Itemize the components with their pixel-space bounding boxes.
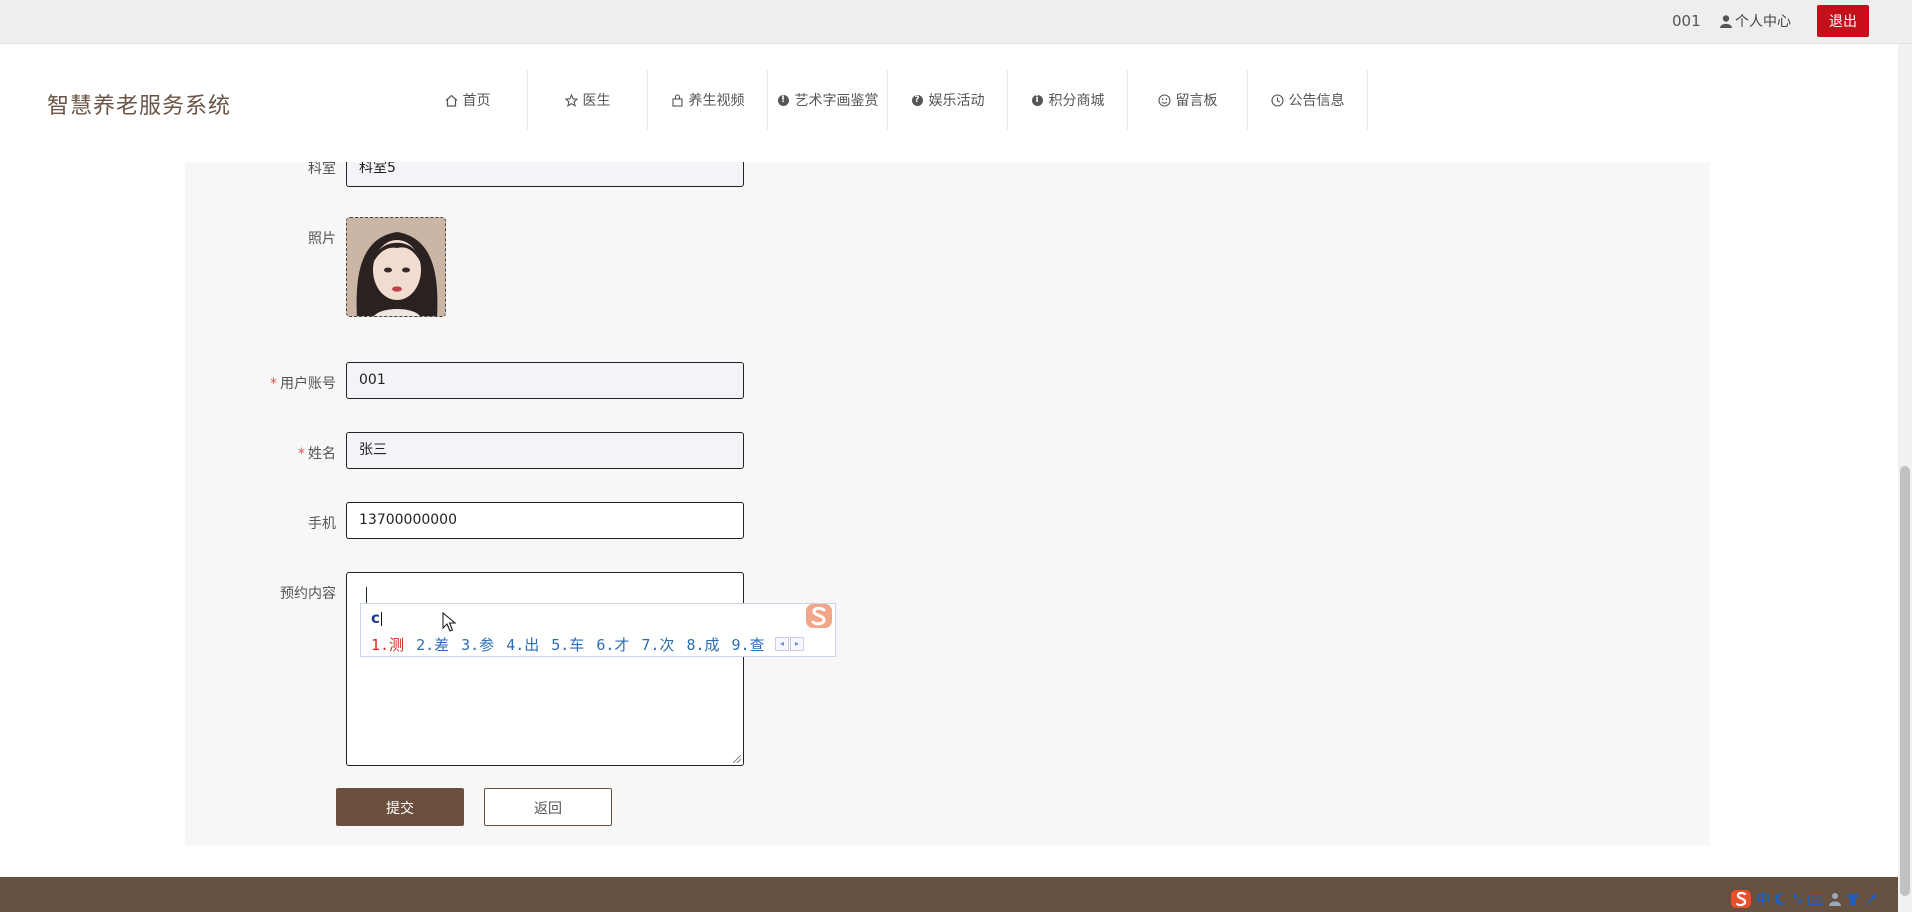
- footer: [0, 877, 1898, 912]
- sogou-logo-icon: [803, 602, 835, 634]
- name-field-label: * 姓名: [298, 446, 336, 462]
- nav-item-entertainment[interactable]: ? 娱乐活动: [888, 70, 1008, 130]
- scrollbar-thumb[interactable]: [1900, 466, 1910, 896]
- ime-candidate[interactable]: 9.查: [732, 634, 765, 655]
- ime-candidate[interactable]: 3.参: [461, 634, 494, 655]
- nav-item-points-mall[interactable]: i 积分商城: [1008, 70, 1128, 130]
- user-icon: [1720, 14, 1732, 28]
- ime-page-arrows: ◂ ▸: [775, 637, 804, 651]
- ime-composition: c: [371, 609, 382, 627]
- punctuation-icon[interactable]: [1792, 892, 1804, 906]
- photo-label: 照片: [308, 231, 336, 247]
- question-icon: ?: [911, 94, 924, 107]
- account-label: 001: [1672, 12, 1701, 30]
- resize-handle[interactable]: [733, 755, 741, 763]
- exclamation-icon: !: [777, 94, 790, 107]
- keyboard-icon[interactable]: [1808, 893, 1824, 905]
- ime-prev-icon[interactable]: ◂: [775, 637, 789, 651]
- mouse-cursor-icon: [442, 612, 456, 632]
- ime-popup: c 1.测 2.差 3.参 4.出 5.车 6.才 7.次 8.成 9.查 ◂ …: [360, 603, 836, 657]
- nav-label: 艺术字画鉴赏: [794, 93, 879, 109]
- back-button[interactable]: 返回: [484, 788, 612, 826]
- nav-item-message-board[interactable]: 留言板: [1128, 70, 1248, 130]
- ime-candidate[interactable]: 5.车: [551, 634, 584, 655]
- star-icon: [564, 93, 578, 107]
- ime-candidate[interactable]: 6.才: [596, 634, 629, 655]
- ime-next-icon[interactable]: ▸: [790, 637, 804, 651]
- photo-upload[interactable]: [346, 217, 446, 317]
- nav-label: 公告信息: [1288, 93, 1345, 109]
- person-icon[interactable]: [1828, 892, 1842, 906]
- nav-label: 娱乐活动: [928, 93, 985, 109]
- nav-item-art[interactable]: ! 艺术字画鉴赏: [768, 70, 888, 130]
- ime-candidates: 1.测 2.差 3.参 4.出 5.车 6.才 7.次 8.成 9.查: [371, 634, 765, 655]
- ime-candidate[interactable]: 4.出: [506, 634, 539, 655]
- sogou-tray-icon[interactable]: [1730, 889, 1752, 909]
- ime-lang-toggle[interactable]: 中: [1756, 889, 1770, 909]
- info-icon: i: [1031, 94, 1044, 107]
- ime-candidate[interactable]: 7.次: [641, 634, 674, 655]
- bag-icon: [671, 93, 684, 107]
- nav-label: 留言板: [1175, 93, 1218, 109]
- nav-label: 养生视频: [688, 93, 745, 109]
- submit-button[interactable]: 提交: [336, 788, 464, 826]
- nav-label: 医生: [582, 93, 611, 109]
- shirt-icon[interactable]: [1846, 892, 1860, 906]
- top-bar: 001 个人中心 退出: [0, 0, 1912, 44]
- home-icon: [445, 94, 458, 107]
- nav-item-health-video[interactable]: 养生视频: [648, 70, 768, 130]
- wrench-icon[interactable]: [1864, 892, 1878, 906]
- user-center-link[interactable]: 个人中心: [1720, 11, 1791, 31]
- main-nav: 首页 医生 养生视频 ! 艺术字画鉴赏 ? 娱乐活动 i 积分商城 留言板 公告…: [408, 70, 1368, 130]
- phone-input[interactable]: 13700000000: [346, 502, 744, 539]
- account-input[interactable]: 001: [346, 362, 744, 399]
- nav-label: 首页: [462, 93, 491, 109]
- nav-item-announcements[interactable]: 公告信息: [1248, 70, 1368, 130]
- phone-label: 手机: [308, 516, 336, 532]
- nav-item-home[interactable]: 首页: [408, 70, 528, 130]
- header: 智慧养老服务系统 首页 医生 养生视频 ! 艺术字画鉴赏 ? 娱乐活动 i 积分…: [0, 44, 1898, 162]
- nav-label: 积分商城: [1048, 93, 1105, 109]
- ime-tray: 中: [1730, 889, 1878, 909]
- user-center-label: 个人中心: [1735, 14, 1791, 30]
- ime-candidate[interactable]: 1.测: [371, 634, 404, 655]
- account-field-label: * 用户账号: [270, 376, 336, 392]
- appointment-label: 预约内容: [280, 586, 336, 602]
- moon-icon[interactable]: [1774, 892, 1788, 906]
- ime-candidate[interactable]: 2.差: [416, 634, 449, 655]
- logout-button[interactable]: 退出: [1817, 5, 1869, 37]
- ime-candidate[interactable]: 8.成: [686, 634, 719, 655]
- nav-item-doctor[interactable]: 医生: [528, 70, 648, 130]
- name-input[interactable]: 张三: [346, 432, 744, 469]
- text-caret: [366, 587, 367, 603]
- appointment-textarea[interactable]: [346, 572, 744, 766]
- site-title: 智慧养老服务系统: [47, 94, 232, 119]
- clock-icon: [1270, 93, 1284, 107]
- profile-photo: [347, 218, 445, 316]
- smile-icon: [1157, 93, 1171, 107]
